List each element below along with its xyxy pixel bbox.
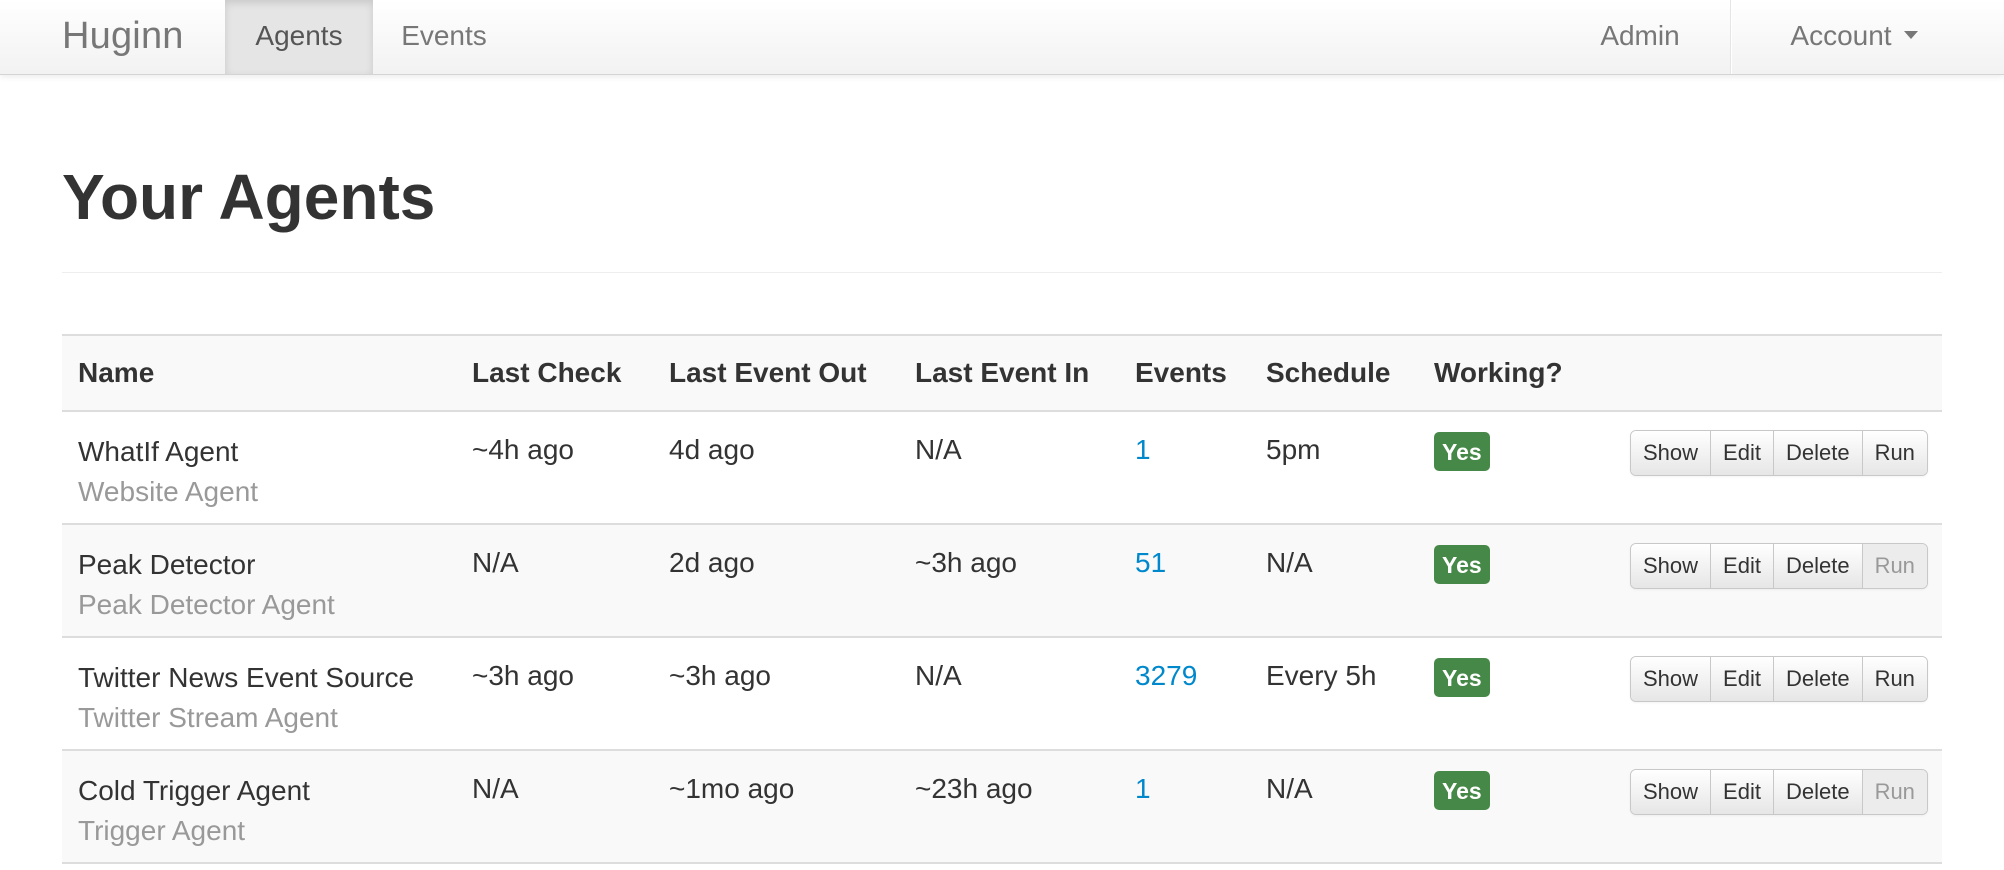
cell-name: Twitter News Event Source Twitter Stream… [62, 637, 456, 751]
agent-name[interactable]: Twitter News Event Source [78, 660, 456, 696]
agent-type: Peak Detector Agent [78, 589, 335, 620]
header-last-event-out: Last Event Out [653, 334, 899, 412]
header-working: Working? [1418, 334, 1586, 412]
agent-actions-group: Show Edit Delete Run [1630, 769, 1928, 815]
table-row: Twitter News Event Source Twitter Stream… [62, 637, 1942, 751]
delete-button[interactable]: Delete [1773, 657, 1863, 701]
agents-table: Name Last Check Last Event Out Last Even… [62, 334, 1942, 864]
table-row: Peak Detector Peak Detector Agent N/A 2d… [62, 524, 1942, 638]
top-navbar: Huginn Agents Events Admin Account [0, 0, 2004, 75]
cell-events: 1 [1119, 750, 1250, 864]
cell-name: WhatIf Agent Website Agent [62, 411, 456, 525]
cell-schedule: 5pm [1250, 411, 1418, 525]
edit-button[interactable]: Edit [1711, 657, 1774, 701]
cell-working: Yes [1418, 411, 1586, 525]
edit-button[interactable]: Edit [1711, 431, 1774, 475]
nav-agents[interactable]: Agents [225, 0, 373, 74]
header-last-event-in: Last Event In [899, 334, 1119, 412]
events-count-link[interactable]: 51 [1135, 547, 1166, 578]
working-status-badge: Yes [1434, 658, 1490, 697]
header-name: Name [62, 334, 456, 412]
nav-account-label: Account [1790, 20, 1892, 51]
run-button-disabled: Run [1862, 770, 1927, 814]
edit-button[interactable]: Edit [1711, 770, 1774, 814]
cell-name: Peak Detector Peak Detector Agent [62, 524, 456, 638]
working-status-badge: Yes [1434, 771, 1490, 810]
nav-admin[interactable]: Admin [1580, 0, 1700, 74]
title-divider [62, 272, 1942, 273]
run-button[interactable]: Run [1862, 657, 1927, 701]
agent-actions-group: Show Edit Delete Run [1630, 543, 1928, 589]
show-button[interactable]: Show [1631, 770, 1712, 814]
cell-last-event-out: 2d ago [653, 524, 899, 638]
cell-last-check: N/A [456, 524, 653, 638]
cell-last-event-in: ~23h ago [899, 750, 1119, 864]
cell-last-event-out: ~3h ago [653, 637, 899, 751]
events-count-link[interactable]: 1 [1135, 434, 1151, 465]
cell-events: 51 [1119, 524, 1250, 638]
nav-account-dropdown[interactable]: Account [1740, 0, 1968, 74]
delete-button[interactable]: Delete [1773, 431, 1863, 475]
header-last-check: Last Check [456, 334, 653, 412]
cell-working: Yes [1418, 750, 1586, 864]
edit-button[interactable]: Edit [1711, 544, 1774, 588]
cell-events: 3279 [1119, 637, 1250, 751]
cell-last-check: ~4h ago [456, 411, 653, 525]
cell-last-event-in: N/A [899, 637, 1119, 751]
page-title: Your Agents [62, 161, 436, 233]
working-status-badge: Yes [1434, 545, 1490, 584]
agent-type: Trigger Agent [78, 815, 246, 846]
run-button-disabled: Run [1862, 544, 1927, 588]
cell-last-check: N/A [456, 750, 653, 864]
delete-button[interactable]: Delete [1773, 544, 1863, 588]
nav-divider [1730, 0, 1732, 74]
agent-name[interactable]: Cold Trigger Agent [78, 773, 456, 809]
table-header-row: Name Last Check Last Event Out Last Even… [62, 334, 1942, 412]
header-schedule: Schedule [1250, 334, 1418, 412]
show-button[interactable]: Show [1631, 544, 1712, 588]
cell-last-event-in: N/A [899, 411, 1119, 525]
agent-actions-group: Show Edit Delete Run [1630, 430, 1928, 476]
nav-events[interactable]: Events [373, 0, 515, 74]
cell-actions: Show Edit Delete Run [1586, 750, 1942, 864]
header-actions [1586, 334, 1942, 412]
chevron-down-icon [1903, 30, 1918, 39]
table-row: Cold Trigger Agent Trigger Agent N/A ~1m… [62, 750, 1942, 864]
agent-actions-group: Show Edit Delete Run [1630, 656, 1928, 702]
cell-actions: Show Edit Delete Run [1586, 411, 1942, 525]
cell-name: Cold Trigger Agent Trigger Agent [62, 750, 456, 864]
cell-working: Yes [1418, 637, 1586, 751]
events-count-link[interactable]: 3279 [1135, 660, 1197, 691]
cell-schedule: Every 5h [1250, 637, 1418, 751]
cell-events: 1 [1119, 411, 1250, 525]
cell-last-event-out: 4d ago [653, 411, 899, 525]
cell-actions: Show Edit Delete Run [1586, 637, 1942, 751]
show-button[interactable]: Show [1631, 657, 1712, 701]
brand-logo[interactable]: Huginn [62, 0, 184, 74]
agent-name[interactable]: Peak Detector [78, 547, 456, 583]
agent-type: Twitter Stream Agent [78, 702, 338, 733]
cell-last-check: ~3h ago [456, 637, 653, 751]
cell-schedule: N/A [1250, 750, 1418, 864]
table-row: WhatIf Agent Website Agent ~4h ago 4d ag… [62, 411, 1942, 525]
cell-working: Yes [1418, 524, 1586, 638]
run-button[interactable]: Run [1862, 431, 1927, 475]
cell-actions: Show Edit Delete Run [1586, 524, 1942, 638]
delete-button[interactable]: Delete [1773, 770, 1863, 814]
agent-type: Website Agent [78, 476, 259, 507]
header-events: Events [1119, 334, 1250, 412]
agent-name[interactable]: WhatIf Agent [78, 434, 456, 470]
cell-last-event-in: ~3h ago [899, 524, 1119, 638]
show-button[interactable]: Show [1631, 431, 1712, 475]
cell-schedule: N/A [1250, 524, 1418, 638]
working-status-badge: Yes [1434, 432, 1490, 471]
cell-last-event-out: ~1mo ago [653, 750, 899, 864]
events-count-link[interactable]: 1 [1135, 773, 1151, 804]
